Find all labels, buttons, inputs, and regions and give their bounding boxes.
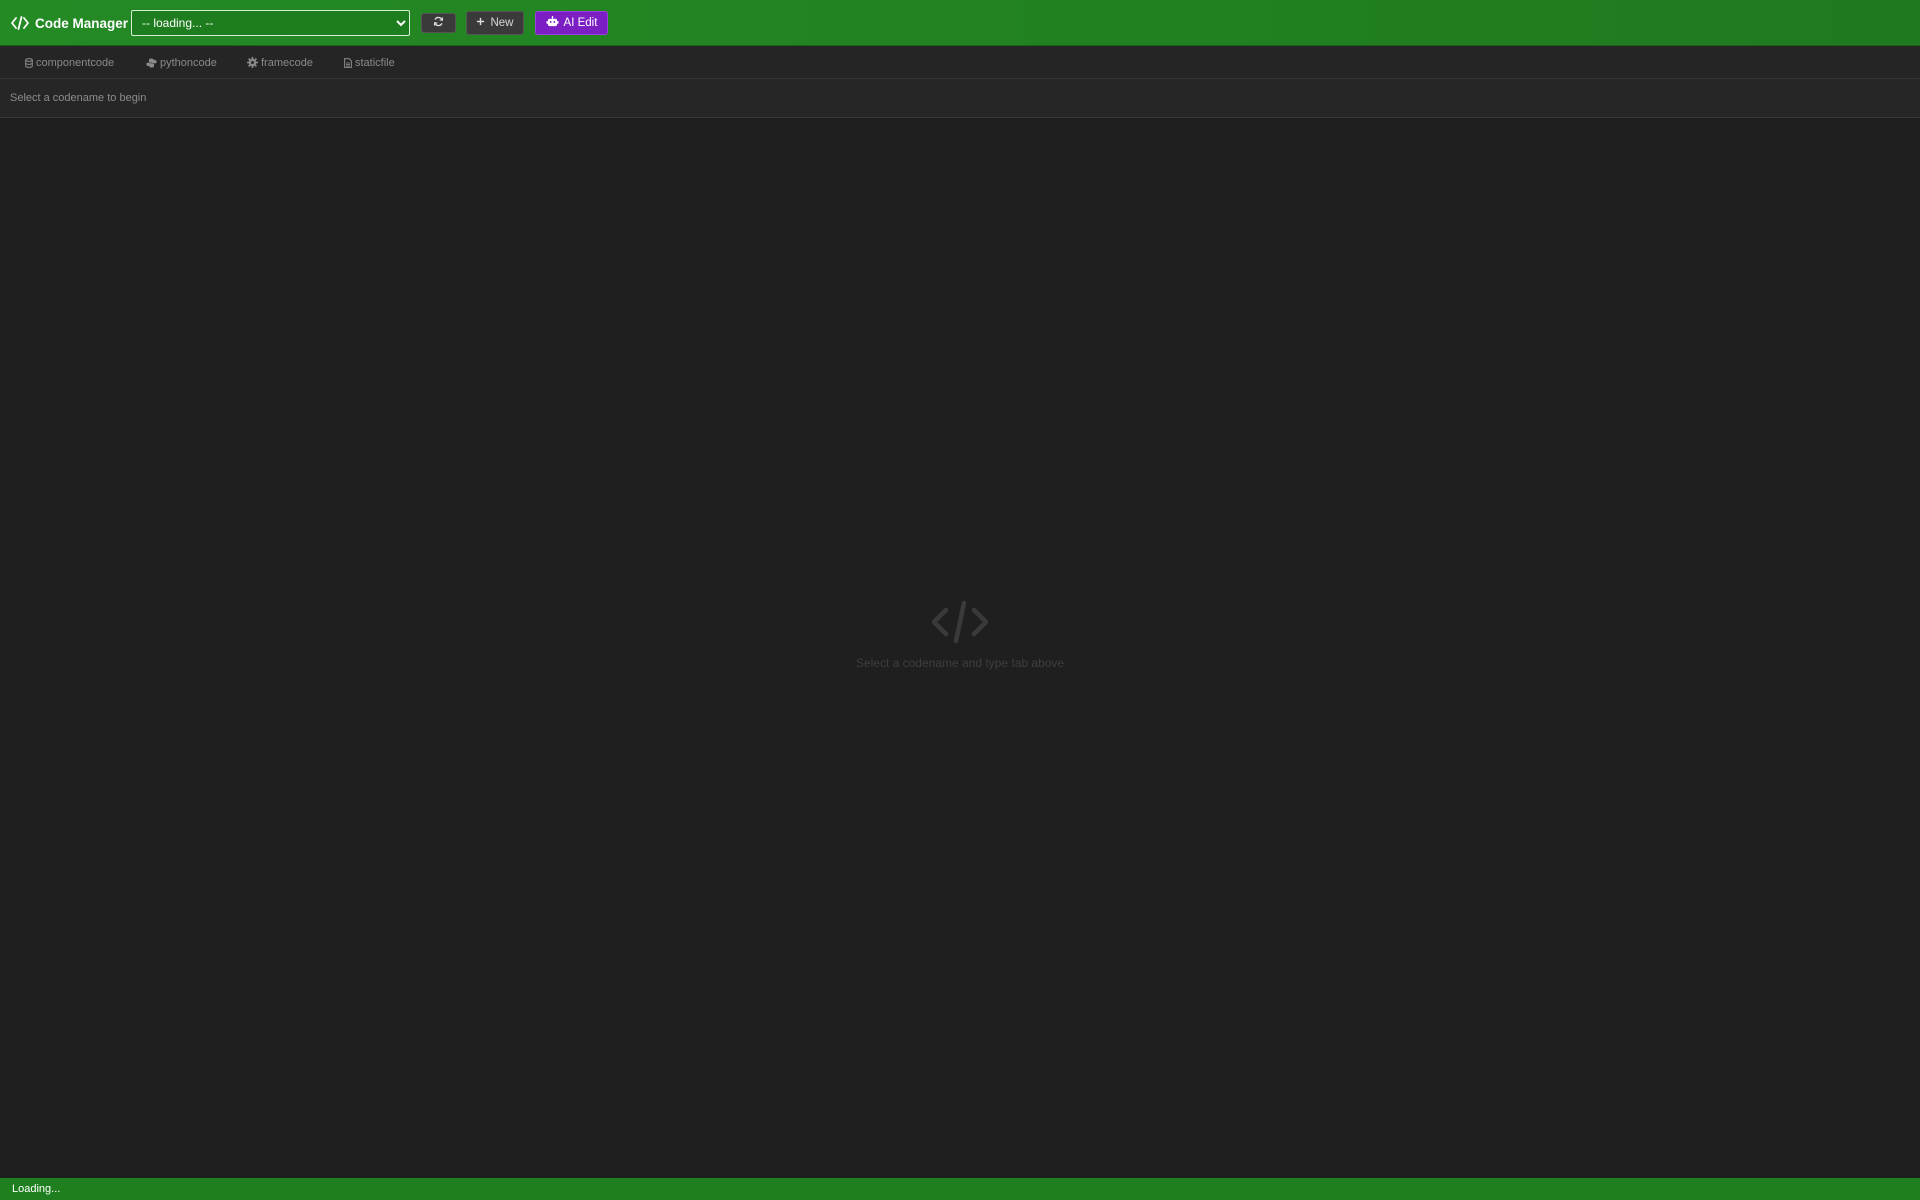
empty-state: Select a codename and type tab above bbox=[760, 600, 1160, 670]
select-hint: Select a codename to begin bbox=[10, 92, 147, 104]
code-icon bbox=[11, 16, 29, 30]
gear-icon bbox=[247, 57, 258, 68]
codename-select[interactable]: -- loading... -- bbox=[131, 10, 410, 36]
type-tabbar: componentcode pythoncode framecode stati… bbox=[0, 46, 1920, 79]
ai-edit-label: AI Edit bbox=[563, 17, 598, 29]
ai-edit-button[interactable]: AI Edit bbox=[535, 11, 608, 35]
tab-label: componentcode bbox=[36, 56, 115, 69]
tab-label: pythoncode bbox=[160, 56, 217, 69]
plus-icon bbox=[476, 17, 485, 29]
header-bar: Code Manager -- loading... -- New AI Edi… bbox=[0, 0, 1920, 46]
tab-label: staticfile bbox=[355, 56, 395, 69]
status-text: Loading... bbox=[12, 1183, 61, 1195]
new-button[interactable]: New bbox=[466, 11, 524, 35]
code-icon bbox=[760, 600, 1160, 644]
file-subbar: Select a codename to begin bbox=[0, 79, 1920, 118]
status-bar: Loading... bbox=[0, 1178, 1920, 1200]
new-button-label: New bbox=[490, 17, 514, 29]
tab-pythoncode[interactable]: pythoncode bbox=[146, 46, 217, 79]
refresh-button[interactable] bbox=[421, 13, 456, 33]
tab-framecode[interactable]: framecode bbox=[247, 46, 313, 79]
refresh-icon bbox=[433, 16, 444, 30]
tab-componentcode[interactable]: componentcode bbox=[25, 46, 114, 79]
empty-state-text: Select a codename and type tab above bbox=[855, 656, 1065, 670]
python-icon bbox=[146, 58, 157, 68]
robot-icon bbox=[546, 16, 559, 30]
app-brand: Code Manager bbox=[11, 0, 128, 46]
app-title: Code Manager bbox=[35, 15, 129, 31]
tab-label: framecode bbox=[261, 56, 313, 69]
file-icon bbox=[344, 57, 352, 68]
database-icon bbox=[25, 57, 33, 68]
tab-staticfile[interactable]: staticfile bbox=[344, 46, 395, 79]
